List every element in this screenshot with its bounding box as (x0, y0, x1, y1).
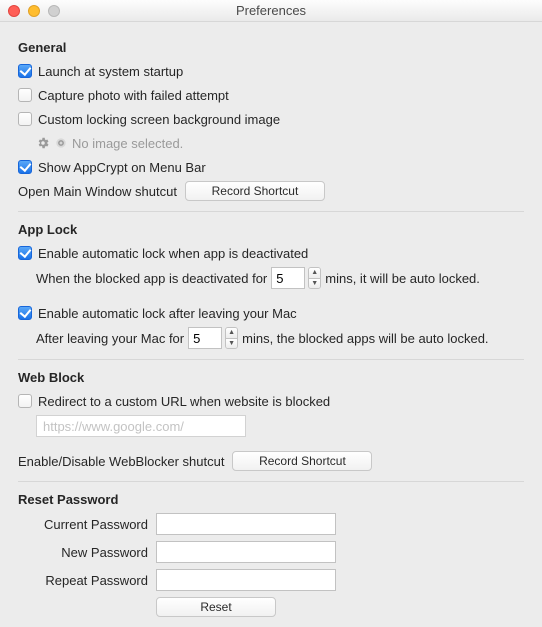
auto-lock-deactivated-checkbox[interactable] (18, 246, 32, 260)
current-password-label: Current Password (18, 517, 148, 532)
window-title: Preferences (0, 3, 542, 18)
webblocker-shortcut-label: Enable/Disable WebBlocker shutcut (18, 454, 224, 469)
leave-prefix-text: After leaving your Mac for (36, 331, 184, 346)
section-title-general: General (18, 40, 524, 55)
chevron-up-icon[interactable]: ▲ (226, 328, 237, 339)
divider (18, 481, 524, 482)
launch-at-startup-checkbox[interactable] (18, 64, 32, 78)
open-main-shortcut-label: Open Main Window shutcut (18, 184, 177, 199)
chevron-down-icon[interactable]: ▼ (309, 279, 320, 289)
redirect-url-checkbox[interactable] (18, 394, 32, 408)
leave-suffix-text: mins, the blocked apps will be auto lock… (242, 331, 488, 346)
launch-at-startup-label: Launch at system startup (38, 64, 183, 79)
show-menubar-checkbox[interactable] (18, 160, 32, 174)
redirect-url-label: Redirect to a custom URL when website is… (38, 394, 330, 409)
open-main-record-shortcut-button[interactable]: Record Shortcut (185, 181, 325, 201)
auto-lock-leave-checkbox[interactable] (18, 306, 32, 320)
show-menubar-label: Show AppCrypt on Menu Bar (38, 160, 206, 175)
capture-photo-label: Capture photo with failed attempt (38, 88, 229, 103)
chevron-down-icon[interactable]: ▼ (226, 339, 237, 349)
window-titlebar: Preferences (0, 0, 542, 22)
action-icon (54, 136, 68, 150)
new-password-input[interactable] (156, 541, 336, 563)
chevron-up-icon[interactable]: ▲ (309, 268, 320, 279)
webblocker-record-shortcut-button[interactable]: Record Shortcut (232, 451, 372, 471)
divider (18, 211, 524, 212)
section-title-reset: Reset Password (18, 492, 524, 507)
reset-password-button[interactable]: Reset (156, 597, 276, 617)
deactivated-minutes-stepper[interactable]: ▲ ▼ (308, 267, 321, 289)
section-title-applock: App Lock (18, 222, 524, 237)
custom-lock-bg-checkbox[interactable] (18, 112, 32, 126)
redirect-url-input[interactable] (36, 415, 246, 437)
auto-lock-leave-label: Enable automatic lock after leaving your… (38, 306, 297, 321)
repeat-password-label: Repeat Password (18, 573, 148, 588)
gear-icon (36, 136, 50, 150)
capture-photo-checkbox[interactable] (18, 88, 32, 102)
deactivated-minutes-input[interactable] (271, 267, 305, 289)
repeat-password-input[interactable] (156, 569, 336, 591)
auto-lock-deactivated-label: Enable automatic lock when app is deacti… (38, 246, 308, 261)
custom-lock-bg-label: Custom locking screen background image (38, 112, 280, 127)
leave-minutes-stepper[interactable]: ▲ ▼ (225, 327, 238, 349)
current-password-input[interactable] (156, 513, 336, 535)
section-title-webblock: Web Block (18, 370, 524, 385)
new-password-label: New Password (18, 545, 148, 560)
deactivated-prefix-text: When the blocked app is deactivated for (36, 271, 267, 286)
deactivated-suffix-text: mins, it will be auto locked. (325, 271, 480, 286)
divider (18, 359, 524, 360)
leave-minutes-input[interactable] (188, 327, 222, 349)
no-image-selected-text: No image selected. (72, 136, 183, 151)
